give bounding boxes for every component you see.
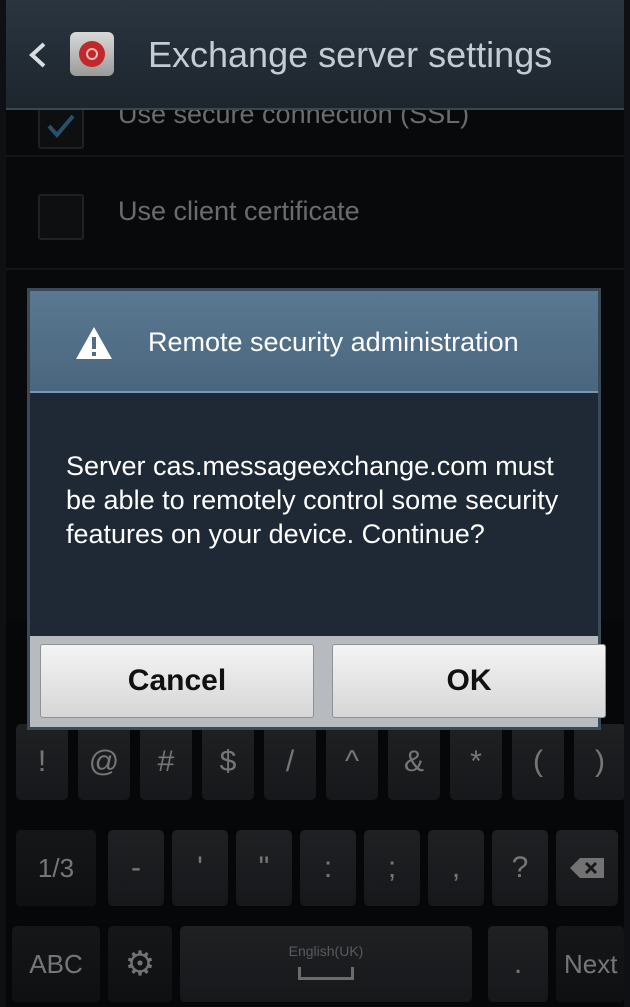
page-title: Exchange server settings — [148, 34, 553, 75]
warning-icon — [76, 327, 112, 359]
email-app-icon — [70, 32, 114, 76]
dialog-message: Server cas.messageexchange.com must be a… — [66, 451, 559, 549]
action-bar: Exchange server settings — [6, 0, 624, 110]
dialog-header: Remote security administration — [30, 291, 598, 393]
security-dialog: Remote security administration Server ca… — [27, 288, 606, 730]
dialog-button-bar: Cancel OK — [30, 636, 606, 727]
dialog-title: Remote security administration — [148, 327, 519, 357]
ok-button[interactable]: OK — [332, 644, 606, 718]
chevron-left-icon[interactable] — [26, 40, 48, 70]
cancel-button[interactable]: Cancel — [40, 644, 314, 718]
app-screen: Exchange server settings Use secure conn… — [6, 0, 624, 1007]
